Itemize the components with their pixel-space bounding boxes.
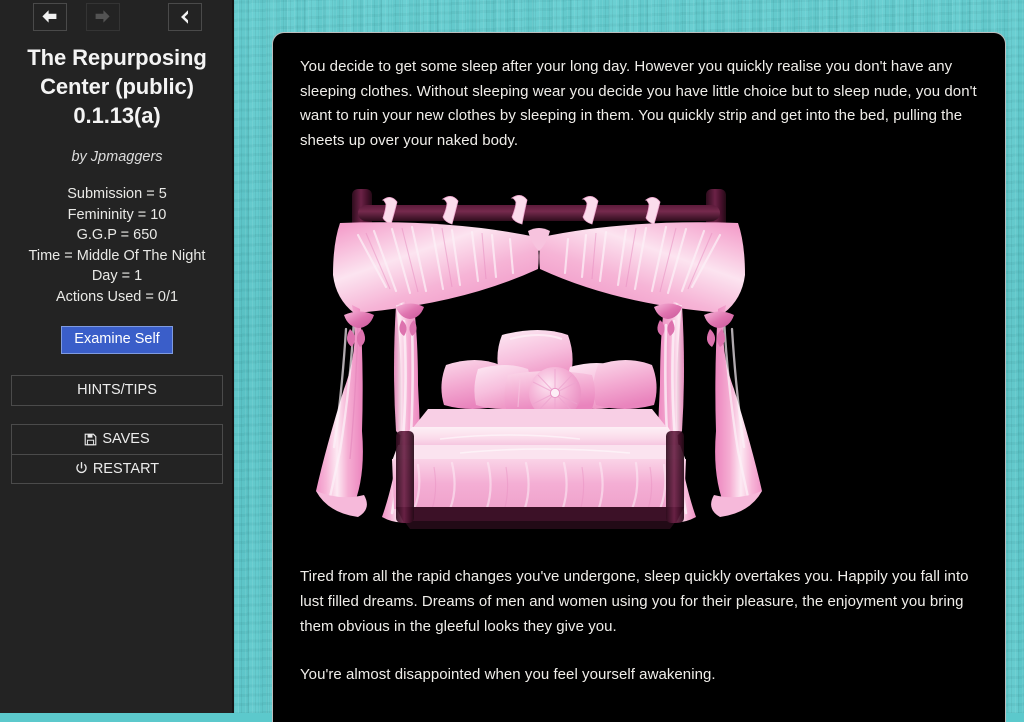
story-paragraph-2: Tired from all the rapid changes you've …	[300, 568, 969, 635]
hints-tips-button[interactable]: HINTS/TIPS	[12, 376, 222, 405]
restart-button[interactable]: RESTART	[12, 453, 222, 483]
app-root: The Repurposing Center (public) 0.1.13(a…	[0, 0, 1024, 722]
floppy-disk-icon	[84, 433, 97, 446]
bed-illustration	[300, 179, 778, 530]
forward-button[interactable]	[85, 2, 120, 31]
stat-day: Day = 1	[91, 268, 143, 285]
back-button[interactable]	[32, 2, 67, 31]
stat-femininity: Femininity = 10	[67, 206, 167, 223]
saves-label: SAVES	[102, 431, 150, 448]
stats-list: Submission = 5 Femininity = 10 G.G.P = 6…	[0, 184, 234, 308]
main-area: You decide to get some sleep after your …	[234, 0, 1024, 722]
restart-label: RESTART	[92, 460, 160, 477]
saves-button[interactable]: SAVES	[12, 425, 222, 454]
examine-self-wrap: Examine Self	[0, 325, 234, 354]
stat-time: Time = Middle Of The Night	[28, 247, 206, 264]
page-title: The Repurposing Center (public) 0.1.13(a…	[27, 45, 207, 128]
sidebar-nav-row	[0, 0, 234, 32]
story-panel: You decide to get some sleep after your …	[272, 32, 1006, 722]
power-icon	[75, 462, 88, 475]
story-paragraph-1: You decide to get some sleep after your …	[300, 58, 977, 149]
stat-ggp: G.G.P = 650	[76, 227, 158, 244]
stat-actions-used: Actions Used = 0/1	[55, 288, 179, 305]
system-button-group: SAVES RESTART	[11, 423, 223, 484]
hints-tips-label: HINTS/TIPS	[77, 382, 157, 399]
story-paragraph-3: You're almost disappointed when you feel…	[300, 666, 716, 684]
chevron-left-icon	[181, 9, 188, 24]
examine-self-button[interactable]: Examine Self	[61, 325, 173, 354]
stat-submission: Submission = 5	[67, 186, 167, 202]
arrow-right-icon	[95, 10, 110, 23]
hints-button-group: HINTS/TIPS	[11, 374, 223, 406]
sidebar: The Repurposing Center (public) 0.1.13(a…	[0, 0, 234, 713]
author-byline: by Jpmaggers	[71, 149, 163, 165]
collapse-sidebar-button[interactable]	[167, 2, 202, 31]
arrow-left-icon	[42, 10, 57, 23]
